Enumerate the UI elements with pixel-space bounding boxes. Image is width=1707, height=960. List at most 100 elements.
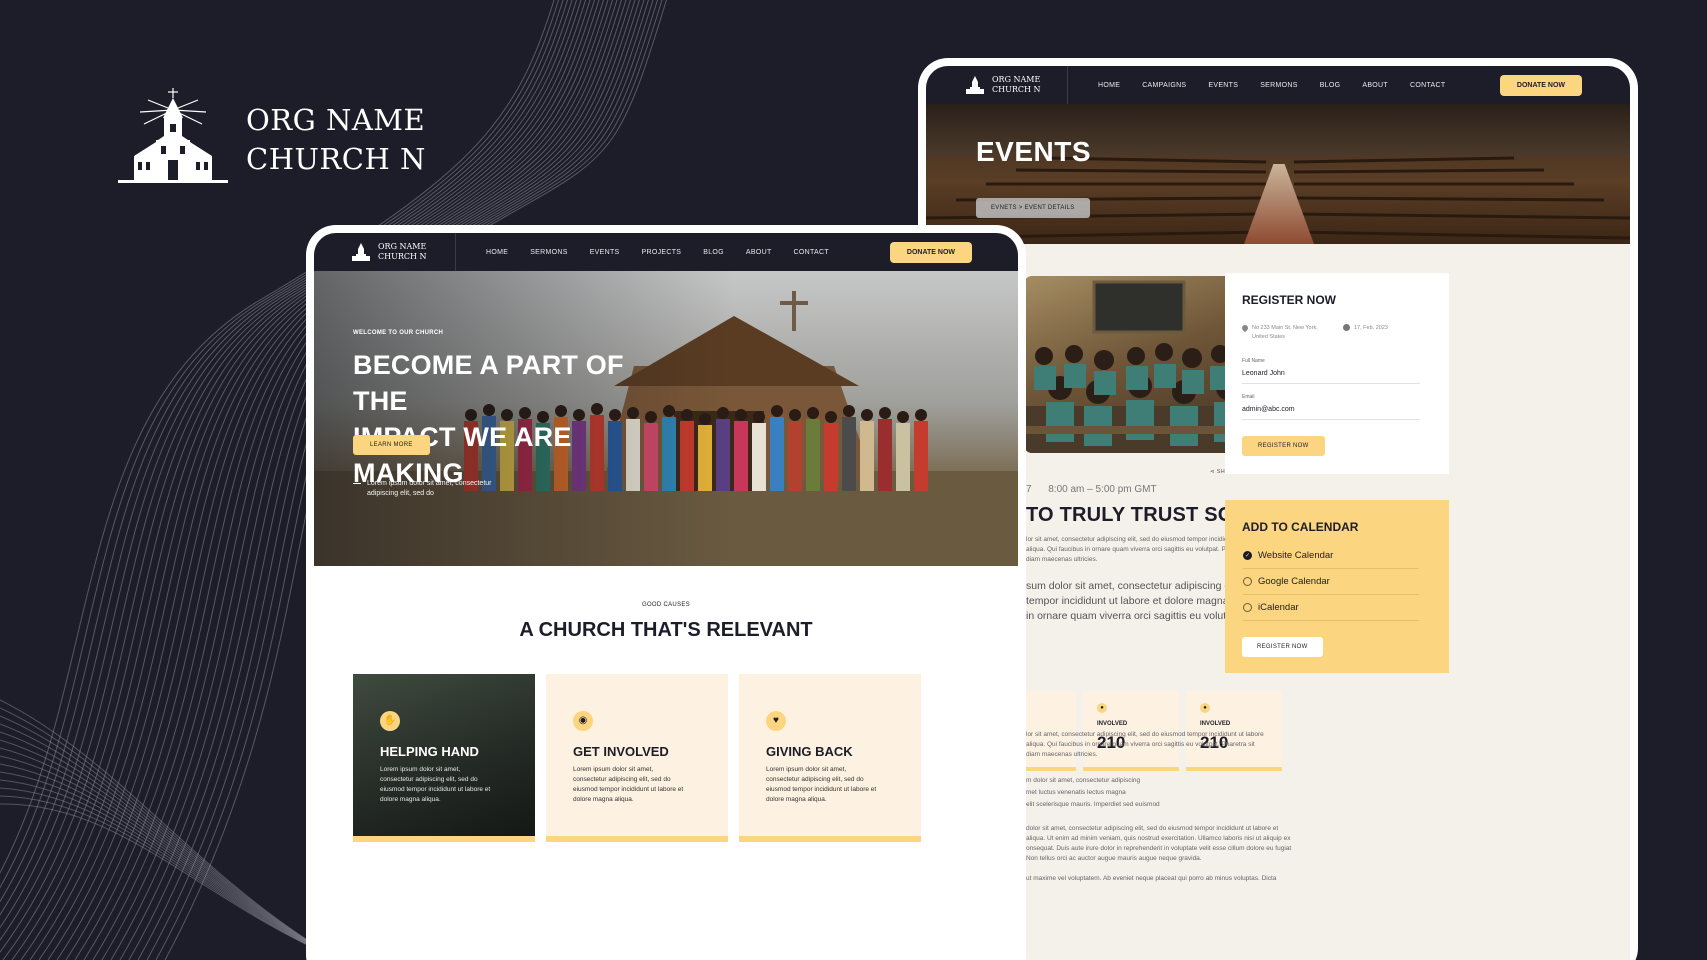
section-eyebrow: GOOD CAUSES xyxy=(642,602,690,608)
nav-campaigns[interactable]: CAMPAIGNS xyxy=(1142,82,1186,89)
event-paragraph-3: lor sit amet, consectetur adipiscing eli… xyxy=(1026,730,1316,760)
stat-label: INVOLVED xyxy=(1200,721,1231,727)
cause-text: Lorem ipsum dolor sit amet, consectetur … xyxy=(380,765,515,805)
text-line: Non tellus orci ac auctor augue mauris a… xyxy=(1026,855,1202,862)
text-line: dolor sit amet, consectetur adipiscing e… xyxy=(1026,825,1279,832)
calendar-option-label: Google Calendar xyxy=(1258,576,1330,587)
text-line: consectetur adipiscing elit, sed do xyxy=(380,776,478,783)
section-title: A CHURCH THAT'S RELEVANT xyxy=(519,619,813,641)
nav-links: HOME SERMONS EVENTS PROJECTS BLOG ABOUT … xyxy=(456,249,890,256)
breadcrumb-events[interactable]: EVNETS xyxy=(991,205,1017,211)
text-line: Lorem ipsum dolor sit amet, xyxy=(766,766,847,773)
hero-title-line: BECOME A PART OF THE xyxy=(353,350,624,416)
email-label: Email xyxy=(1242,394,1255,400)
cause-card-giving-back[interactable]: ♥ GIVING BACK Lorem ipsum dolor sit amet… xyxy=(739,674,921,842)
nav-blog[interactable]: BLOG xyxy=(1320,82,1341,89)
email-field[interactable]: admin@abc.com xyxy=(1242,406,1420,420)
event-time: 7 8:00 am – 5:00 pm GMT xyxy=(1026,484,1157,495)
people-icon: ● xyxy=(1097,703,1107,713)
events-navbar: ORG NAME CHURCH N HOME CAMPAIGNS EVENTS … xyxy=(926,66,1630,104)
wave-line xyxy=(0,715,341,960)
nav-logo[interactable]: ORG NAME CHURCH N xyxy=(314,233,456,271)
events-hero-title: EVENTS xyxy=(976,136,1092,167)
nav-links: HOME CAMPAIGNS EVENTS SERMONS BLOG ABOUT… xyxy=(1068,82,1500,89)
cause-card-get-involved[interactable]: ◉ GET INVOLVED Lorem ipsum dolor sit ame… xyxy=(546,674,728,842)
hero-welcome: WELCOME TO OUR CHURCH xyxy=(353,330,444,336)
radio-icon xyxy=(1243,603,1252,612)
nav-events[interactable]: EVENTS xyxy=(1208,82,1238,89)
nav-sermons[interactable]: SERMONS xyxy=(530,249,568,256)
checkmark-icon: ✓ xyxy=(1243,551,1252,560)
list-item: met luctus venenatis lectus magna xyxy=(1026,789,1126,796)
nav-blog[interactable]: BLOG xyxy=(703,249,724,256)
address-line: United States xyxy=(1252,334,1286,340)
hero-caption: Lorem ipsum dolor sit amet, consectetur a… xyxy=(353,479,492,499)
text-line: eiusmod tempor incididunt ut labore et xyxy=(380,786,491,793)
text-line: consectetur adipiscing elit, sed do xyxy=(573,776,671,783)
brand-name-line1: ORG NAME xyxy=(246,103,426,137)
home-page-mockup: ORG NAME CHURCH N HOME SERMONS EVENTS PR… xyxy=(306,225,1026,960)
breadcrumb-event-details: EVENT DETAILS xyxy=(1024,205,1075,211)
nav-sermons[interactable]: SERMONS xyxy=(1260,82,1298,89)
home-navbar: ORG NAME CHURCH N HOME SERMONS EVENTS PR… xyxy=(314,233,1018,271)
text-line: eiusmod tempor incididunt ut labore et xyxy=(766,786,877,793)
text-line: aliqua. Ut enim ad minim veniam, quis no… xyxy=(1026,835,1291,842)
giving-hand-icon: ♥ xyxy=(766,711,786,731)
calendar-register-button[interactable]: REGISTER NOW xyxy=(1242,637,1323,657)
nav-events[interactable]: EVENTS xyxy=(590,249,620,256)
nav-logo-line2: CHURCH N xyxy=(378,252,427,261)
text-line: onsequat. Duis aute irure dolor in repre… xyxy=(1026,845,1292,852)
text-line: dolore magna aliqua. xyxy=(573,796,634,803)
location-pin-icon xyxy=(1240,323,1250,333)
cause-title: GET INVOLVED xyxy=(573,744,669,759)
signal-icon: ◉ xyxy=(573,711,593,731)
text-line: aliqua. Qui faucibus in ornare quam vive… xyxy=(1026,741,1255,748)
wave-line xyxy=(0,803,341,960)
caption-line: adipiscing elit, sed do xyxy=(367,490,434,497)
calendar-option-label: iCalendar xyxy=(1258,602,1299,613)
register-title: REGISTER NOW xyxy=(1242,293,1337,307)
event-date-fragment: 7 xyxy=(1026,484,1032,495)
nav-projects[interactable]: PROJECTS xyxy=(642,249,682,256)
nav-home[interactable]: HOME xyxy=(486,249,508,256)
learn-more-button[interactable]: LEARN MORE xyxy=(353,435,430,455)
donate-button[interactable]: DONATE NOW xyxy=(1499,74,1582,96)
full-name-field[interactable]: Leonard John xyxy=(1242,370,1420,384)
calendar-option-label: Website Calendar xyxy=(1258,550,1334,561)
nav-about[interactable]: ABOUT xyxy=(746,249,772,256)
cause-card-helping-hand[interactable]: ✋ HELPING HAND Lorem ipsum dolor sit ame… xyxy=(353,674,535,842)
text-line: diam maecenas ultricies. xyxy=(1026,751,1098,758)
register-now-button[interactable]: REGISTER NOW xyxy=(1242,436,1325,456)
donate-button[interactable]: DONATE NOW xyxy=(889,241,972,263)
event-paragraph-5: ut maxime vel voluptatem. Ab eveniet neq… xyxy=(1026,875,1277,882)
event-address: No 233 Main St. New York, United States xyxy=(1240,323,1318,342)
nav-logo[interactable]: ORG NAME CHURCH N xyxy=(926,66,1068,104)
events-hero: EVENTS EVNETS > EVENT DETAILS xyxy=(926,104,1630,244)
event-date: 17, Feb, 2023 xyxy=(1343,324,1388,333)
breadcrumb-separator: > xyxy=(1018,205,1023,211)
calendar-option-icalendar[interactable]: iCalendar xyxy=(1243,595,1419,621)
brand-block: ORG NAME CHURCH N xyxy=(118,86,426,194)
calendar-option-website[interactable]: ✓ Website Calendar xyxy=(1243,543,1419,569)
home-hero: WELCOME TO OUR CHURCH BECOME A PART OF T… xyxy=(314,271,1018,566)
brand-name-line2: CHURCH N xyxy=(246,142,426,176)
caption-line: Lorem ipsum dolor sit amet, consectetur xyxy=(367,480,492,487)
event-date-text: 17, Feb, 2023 xyxy=(1354,325,1388,331)
nav-about[interactable]: ABOUT xyxy=(1362,82,1388,89)
list-item: elit scelerisque mauris. Imperdiet sed e… xyxy=(1026,801,1160,808)
nav-contact[interactable]: CONTACT xyxy=(794,249,829,256)
nav-home[interactable]: HOME xyxy=(1098,82,1120,89)
text-line: consectetur adipiscing elit, sed do xyxy=(766,776,864,783)
cause-text: Lorem ipsum dolor sit amet, consectetur … xyxy=(766,765,901,805)
hero-pews-right xyxy=(1294,156,1630,240)
clock-icon xyxy=(1343,324,1350,331)
text-line: dolore magna aliqua. xyxy=(380,796,441,803)
add-to-calendar-card: ADD TO CALENDAR ✓ Website Calendar Googl… xyxy=(1225,500,1449,673)
calendar-option-google[interactable]: Google Calendar xyxy=(1243,569,1419,595)
hero-title: BECOME A PART OF THE IMPACT WE ARE MAKIN… xyxy=(353,347,673,491)
nav-contact[interactable]: CONTACT xyxy=(1410,82,1445,89)
text-line: Lorem ipsum dolor sit amet, xyxy=(573,766,654,773)
cause-text: Lorem ipsum dolor sit amet, consectetur … xyxy=(573,765,708,805)
list-item: m dolor sit amet, consectetur adipiscing xyxy=(1026,777,1141,784)
cause-title: HELPING HAND xyxy=(380,744,479,759)
